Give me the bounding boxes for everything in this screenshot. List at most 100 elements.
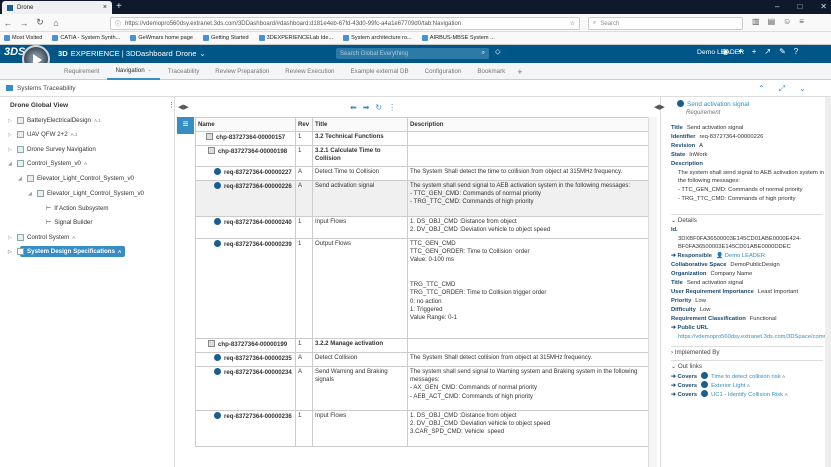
expand-icon[interactable]: ▷ [8, 132, 14, 138]
tree-node[interactable]: ▷ UAV QFW 2+2 A.1 [8, 131, 77, 138]
maximize-widget-icon[interactable]: ⤢ [779, 84, 785, 94]
prop-value[interactable]: Demo LEADER [725, 253, 765, 259]
forward-icon[interactable]: → [16, 18, 32, 28]
tab-review-execution[interactable]: Review Execution [277, 63, 342, 80]
minimize-icon[interactable]: – [775, 0, 779, 13]
bookmark-item[interactable]: Most Visited [4, 35, 42, 41]
column-header-description[interactable]: Description [407, 117, 657, 132]
account-icon[interactable]: ☺ [783, 17, 791, 26]
outlink-item[interactable]: ➔ Covers Time to detect collision risk A [671, 372, 785, 380]
widget-menu-icon[interactable]: ⌄ [799, 84, 806, 94]
tree-node-selected[interactable]: ▷ System Design Specifications A [8, 248, 121, 255]
reload-icon[interactable]: ↻ [32, 17, 48, 28]
tree-node[interactable]: ▷ BatteryElectricalDesign A.1 [8, 117, 101, 124]
collapse-node-icon[interactable]: ◢ [28, 191, 34, 197]
bookmark-item[interactable]: CATIA - System Synth... [52, 35, 120, 41]
table-row[interactable]: req-83727364-00000235 A Detect Collision Th… [195, 352, 657, 367]
chevron-down-icon[interactable]: ⌄ [148, 62, 152, 79]
table-row[interactable]: req-83727364-00000240 1 Input Flows 1. DS_O… [195, 216, 657, 239]
splitter-arrows-icon[interactable]: ◀▶ [178, 103, 189, 111]
outlink-item[interactable]: ➔ Covers UC1 - Identify Collision Risk A [671, 390, 788, 398]
share-icon[interactable]: ↗ [764, 47, 771, 56]
column-header-name[interactable]: Name [195, 117, 296, 132]
expand-icon[interactable]: ▷ [8, 235, 14, 241]
bookmark-item[interactable]: AIRBUS-MBSE System ... [421, 35, 495, 41]
site-info-icon[interactable]: ⓘ [115, 19, 121, 28]
bookmark-star-icon[interactable]: ☆ [570, 20, 575, 27]
new-tab-icon[interactable]: + [116, 1, 122, 13]
table-row[interactable]: chp-83727364-00000157 1 3.2 Technical Func… [195, 131, 657, 146]
expand-icon[interactable]: ▷ [8, 118, 14, 124]
outlink-target[interactable]: Time to detect collision risk [711, 374, 780, 380]
arrow-left-icon[interactable]: ⬅ [350, 103, 357, 112]
tab-example-external-db[interactable]: Example external DB [342, 63, 416, 80]
table-row-selected[interactable]: req-83727364-00000226 A Send activation si… [195, 180, 657, 217]
global-search-input[interactable]: Search Global Everything ⌕ [336, 48, 489, 59]
grid-scrollbar[interactable] [648, 117, 657, 467]
tree-node[interactable]: ◢ Elevator_Light_Control_System_v0 [18, 175, 134, 182]
library-icon[interactable]: ▥ [752, 17, 760, 26]
tab-bookmark[interactable]: Bookmark [469, 63, 513, 80]
bookmark-item[interactable]: 3DEXPERIENCELab Ide... [258, 35, 333, 41]
browser-tab[interactable]: Drone × [2, 1, 112, 14]
arrow-right-icon[interactable]: ➡ [363, 103, 370, 112]
back-icon[interactable]: ← [0, 18, 16, 28]
search-icon[interactable]: ⌕ [482, 50, 485, 57]
tree-node[interactable]: ▷ Control System A [8, 234, 75, 241]
menu-icon[interactable]: ≡ [799, 17, 804, 26]
column-header-rev[interactable]: Rev [295, 117, 313, 132]
outlink-target[interactable]: UC1 - Identify Collision Risk [711, 392, 783, 398]
add-icon[interactable]: + [752, 47, 757, 56]
table-row[interactable]: req-83727364-00000239 1 Output Flows TTC_GE… [195, 238, 657, 339]
maximize-icon[interactable]: □ [797, 0, 802, 13]
url-bar[interactable]: ⓘ https://vdemopro560dsy.extranet.3ds.co… [110, 17, 580, 30]
chevron-down-icon[interactable]: ⌄ [199, 49, 205, 58]
profile-icon[interactable]: ◉ [722, 47, 729, 56]
collapse-node-icon[interactable]: ◢ [8, 161, 14, 167]
outlink-item[interactable]: ➔ Covers Exterior Light A [671, 381, 750, 389]
table-row[interactable]: req-83727364-00000234 A Send Warning and B… [195, 366, 657, 411]
table-row[interactable]: chp-83727364-00000199 1 3.2.2 Manage activ… [195, 338, 657, 353]
close-window-icon[interactable]: ✕ [820, 0, 827, 13]
public-url-link[interactable]: https://vdemopro560dsy.extranet.3ds.com/… [678, 334, 825, 340]
tools-icon[interactable]: ✎ [779, 47, 786, 56]
tree-node[interactable]: ⊢ If Action Subsystem [46, 205, 109, 212]
tree-menu-icon[interactable]: ⋮ [168, 101, 175, 109]
table-row[interactable]: req-83727364-00000227 A Detect Time to Col… [195, 166, 657, 181]
implemented-by-section-header[interactable]: › Implemented By [671, 346, 823, 356]
expand-icon[interactable]: ▷ [8, 249, 14, 255]
panel-scrollbar[interactable] [825, 97, 831, 467]
details-section-header[interactable]: ⌄ Details [671, 214, 823, 224]
column-header-title[interactable]: Title [312, 117, 408, 132]
help-icon[interactable]: ? [794, 47, 798, 56]
browser-search-input[interactable]: ⌕ Search [588, 17, 743, 30]
collapse-icon[interactable]: ⌃ [758, 84, 765, 94]
table-row[interactable]: chp-83727364-00000198 1 3.2.1 Calculate Ti… [195, 145, 657, 167]
tab-requirement[interactable]: Requirement [56, 63, 107, 80]
tag-icon[interactable]: ⬦ [495, 47, 501, 57]
bookmark-item[interactable]: GeWmars home page [130, 35, 193, 41]
tab-review-preparation[interactable]: Review Preparation [207, 63, 277, 80]
grid-menu-icon[interactable]: ⋮ [388, 103, 396, 112]
tab-traceability[interactable]: Traceability [160, 63, 207, 80]
outlinks-section-header[interactable]: ⌄ Out links [671, 360, 823, 370]
expand-icon[interactable]: ▷ [8, 147, 14, 153]
sidebar-icon[interactable]: ▤ [768, 17, 776, 26]
outlink-target[interactable]: Exterior Light [711, 383, 745, 389]
tree-node[interactable]: ▷ Drone Survey Navigation [8, 146, 96, 153]
table-row[interactable]: req-83727364-00000236 1 Input Flows 1. DS_O… [195, 410, 657, 447]
bookmark-item[interactable]: Getting Started [202, 35, 249, 41]
add-tab-icon[interactable]: + [513, 67, 526, 77]
collapse-node-icon[interactable]: ◢ [18, 176, 24, 182]
dashboard-name[interactable]: Drone [176, 49, 197, 58]
tab-configuration[interactable]: Configuration [417, 63, 470, 80]
tab-navigation[interactable]: Navigation ⌄ [107, 62, 160, 80]
refresh-icon[interactable]: ↻ [375, 103, 382, 112]
panel-splitter-icon[interactable]: ◀▶ [654, 103, 665, 111]
tree-node[interactable]: ◢ Elevator_Light_Control_System_v0 [28, 190, 144, 197]
close-tab-icon[interactable]: × [103, 4, 107, 11]
notifications-icon[interactable]: ✦ [737, 47, 744, 56]
list-view-icon[interactable]: ≡ [177, 117, 194, 134]
bookmark-item[interactable]: System architecture ro... [343, 35, 412, 41]
tree-node[interactable]: ⊢ Signal Builder [46, 219, 92, 226]
